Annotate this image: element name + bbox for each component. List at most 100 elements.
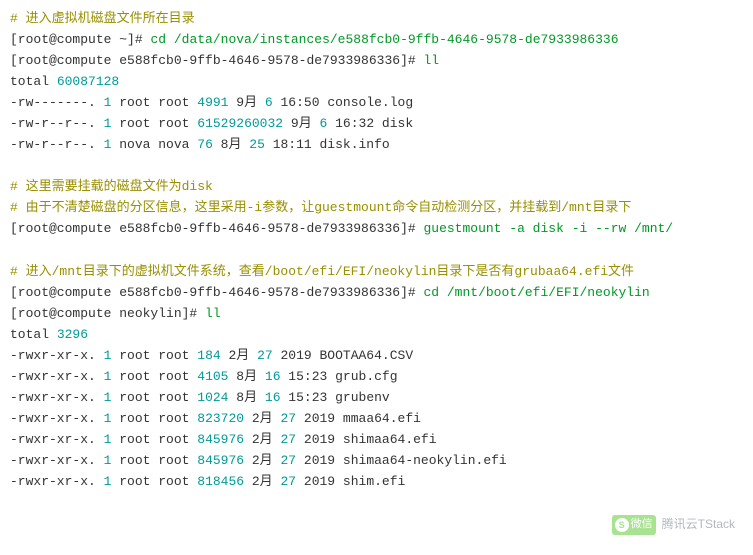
file-month: 9月 — [228, 95, 264, 110]
file-size: 4991 — [197, 95, 228, 110]
file-time: 16:32 — [327, 116, 374, 131]
file-name: grubenv — [327, 390, 389, 405]
file-name: disk.info — [312, 137, 390, 152]
file-time: 2019 — [296, 432, 335, 447]
ls-row: -rwxr-xr-x. 1 root root 845976 2月 27 201… — [10, 429, 743, 450]
file-owner: root root — [111, 432, 197, 447]
file-owner: root root — [111, 411, 197, 426]
ls-row: -rw-------. 1 root root 4991 9月 6 16:50 … — [10, 92, 743, 113]
watermark-text: 腾讯云TStack — [662, 515, 735, 534]
total-value: 60087128 — [57, 74, 119, 89]
file-size: 184 — [197, 348, 220, 363]
file-month: 8月 — [228, 369, 264, 384]
file-size: 823720 — [197, 411, 244, 426]
total-label: total — [10, 74, 57, 89]
file-name: disk — [374, 116, 413, 131]
cmd-ll: ll — [205, 306, 221, 321]
file-name: grub.cfg — [327, 369, 397, 384]
ls-row: -rwxr-xr-x. 1 root root 845976 2月 27 201… — [10, 450, 743, 471]
wechat-icon: S 微信 — [612, 515, 656, 535]
file-perm: -rwxr-xr-x. — [10, 474, 104, 489]
total-line: total 60087128 — [10, 71, 743, 92]
file-time: 15:23 — [281, 390, 328, 405]
file-owner: nova nova — [111, 137, 197, 152]
ls-row: -rwxr-xr-x. 1 root root 818456 2月 27 201… — [10, 471, 743, 492]
file-month: 2月 — [221, 348, 257, 363]
ls-row: -rwxr-xr-x. 1 root root 4105 8月 16 15:23… — [10, 366, 743, 387]
ls-row: -rwxr-xr-x. 1 root root 823720 2月 27 201… — [10, 408, 743, 429]
file-owner: root root — [111, 116, 197, 131]
file-day: 27 — [280, 432, 296, 447]
comment-enter-mnt: # 进入/mnt目录下的虚拟机文件系统，查看/boot/efi/EFI/neok… — [10, 264, 634, 279]
file-time: 2019 — [296, 411, 335, 426]
file-time: 2019 — [296, 474, 335, 489]
ls-row: -rwxr-xr-x. 1 root root 184 2月 27 2019 B… — [10, 345, 743, 366]
file-owner: root root — [111, 369, 197, 384]
file-owner: root root — [111, 348, 197, 363]
shell-line: [root@compute ~]# cd /data/nova/instance… — [10, 29, 743, 50]
file-name: shimaa64-neokylin.efi — [335, 453, 507, 468]
file-day: 27 — [257, 348, 273, 363]
file-time: 15:23 — [281, 369, 328, 384]
prompt-instance: [root@compute e588fcb0-9ffb-4646-9578-de… — [10, 285, 423, 300]
watermark: S 微信 腾讯云TStack — [612, 515, 735, 535]
file-perm: -rwxr-xr-x. — [10, 453, 104, 468]
file-perm: -rwxr-xr-x. — [10, 390, 104, 405]
file-month: 2月 — [244, 432, 280, 447]
shell-line: [root@compute neokylin]# ll — [10, 303, 743, 324]
file-name: mmaa64.efi — [335, 411, 421, 426]
prompt-home: [root@compute ~]# — [10, 32, 150, 47]
file-day: 16 — [265, 390, 281, 405]
file-size: 818456 — [197, 474, 244, 489]
file-size: 1024 — [197, 390, 228, 405]
prompt-instance: [root@compute e588fcb0-9ffb-4646-9578-de… — [10, 53, 423, 68]
file-perm: -rw-r--r--. — [10, 137, 104, 152]
file-perm: -rwxr-xr-x. — [10, 348, 104, 363]
cmd-ll: ll — [423, 53, 439, 68]
file-month: 2月 — [244, 411, 280, 426]
file-owner: root root — [111, 390, 197, 405]
file-perm: -rw-------. — [10, 95, 104, 110]
file-name: BOOTAA64.CSV — [312, 348, 413, 363]
file-name: shim.efi — [335, 474, 405, 489]
file-month: 9月 — [283, 116, 319, 131]
comment-guestmount: # 由于不清楚磁盘的分区信息，这里采用-i参数，让guestmount命令自动检… — [10, 200, 631, 215]
shell-line: [root@compute e588fcb0-9ffb-4646-9578-de… — [10, 282, 743, 303]
file-size: 76 — [197, 137, 213, 152]
file-perm: -rwxr-xr-x. — [10, 432, 104, 447]
cmd-guestmount: guestmount -a disk -i --rw /mnt/ — [423, 221, 673, 236]
file-month: 8月 — [228, 390, 264, 405]
file-time: 18:11 — [265, 137, 312, 152]
file-day: 27 — [280, 453, 296, 468]
file-perm: -rw-r--r--. — [10, 116, 104, 131]
file-size: 845976 — [197, 453, 244, 468]
file-month: 2月 — [244, 453, 280, 468]
cmd-cd-neokylin: cd /mnt/boot/efi/EFI/neokylin — [423, 285, 649, 300]
file-name: shimaa64.efi — [335, 432, 436, 447]
total-line: total 3296 — [10, 324, 743, 345]
file-day: 27 — [280, 411, 296, 426]
total-label: total — [10, 327, 57, 342]
file-perm: -rwxr-xr-x. — [10, 369, 104, 384]
file-day: 16 — [265, 369, 281, 384]
file-name: console.log — [320, 95, 414, 110]
file-month: 2月 — [244, 474, 280, 489]
prompt-neokylin: [root@compute neokylin]# — [10, 306, 205, 321]
ls-row: -rwxr-xr-x. 1 root root 1024 8月 16 15:23… — [10, 387, 743, 408]
shell-line: [root@compute e588fcb0-9ffb-4646-9578-de… — [10, 50, 743, 71]
shell-line: [root@compute e588fcb0-9ffb-4646-9578-de… — [10, 218, 743, 239]
file-day: 27 — [280, 474, 296, 489]
comment-enter-dir: # 进入虚拟机磁盘文件所在目录 — [10, 11, 195, 26]
file-day: 25 — [249, 137, 265, 152]
total-value: 3296 — [57, 327, 88, 342]
comment-disk-file: # 这里需要挂载的磁盘文件为disk — [10, 179, 213, 194]
file-day: 6 — [265, 95, 273, 110]
file-time: 2019 — [273, 348, 312, 363]
file-size: 61529260032 — [197, 116, 283, 131]
ls-row: -rw-r--r--. 1 nova nova 76 8月 25 18:11 d… — [10, 134, 743, 155]
file-time: 16:50 — [273, 95, 320, 110]
file-owner: root root — [111, 474, 197, 489]
file-size: 4105 — [197, 369, 228, 384]
file-month: 8月 — [213, 137, 249, 152]
cmd-cd-instance: cd /data/nova/instances/e588fcb0-9ffb-46… — [150, 32, 618, 47]
